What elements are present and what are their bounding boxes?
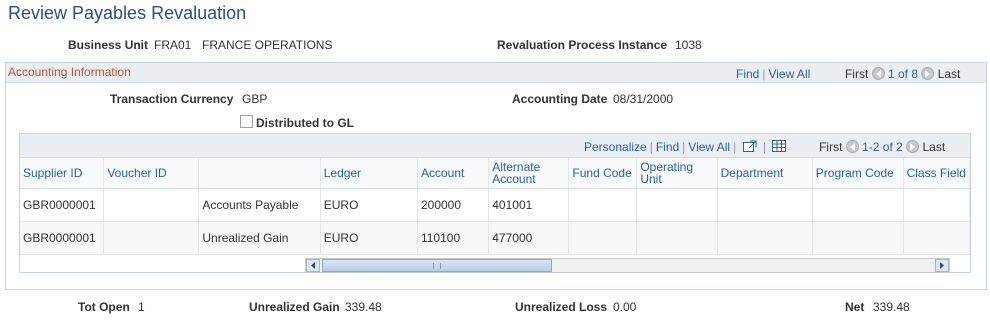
cell-program-code <box>812 221 904 255</box>
cell-ledger: EURO <box>320 188 418 222</box>
accounting-grid: Personalize | Find | View All | | First 1-2 o… <box>19 133 971 273</box>
grid-prev-button[interactable] <box>845 140 859 153</box>
col-account[interactable]: Account <box>417 158 490 189</box>
cell-alternate-account: 401001 <box>488 188 570 222</box>
section-find-link[interactable]: Find <box>736 67 759 81</box>
cell-fund-code <box>568 221 638 255</box>
cell-alternate-account: 477000 <box>488 221 570 255</box>
tot-open-value: 1 <box>138 300 145 314</box>
section-next-button[interactable] <box>921 67 935 80</box>
separator: | <box>682 140 686 154</box>
col-ledger[interactable]: Ledger <box>320 158 418 189</box>
business-unit-code: FRA01 <box>154 38 192 52</box>
cell-ledger: EURO <box>320 221 418 255</box>
grid-horizontal-scrollbar[interactable] <box>305 258 950 273</box>
separator: | <box>762 140 767 154</box>
accounting-lines-table: Supplier ID Voucher ID Ledger Account Al… <box>20 158 970 255</box>
net-label: Net <box>845 300 865 314</box>
grid-next-button[interactable] <box>906 140 920 153</box>
cell-account: 110100 <box>417 221 490 255</box>
unrealized-loss-label: Unrealized Loss <box>515 300 608 314</box>
unrealized-gain-label: Unrealized Gain <box>249 300 340 314</box>
col-voucher-id[interactable]: Voucher ID <box>103 158 200 189</box>
cell-class-field <box>903 188 970 222</box>
chevron-left-icon <box>849 143 855 151</box>
grid-find-link[interactable]: Find <box>656 140 679 154</box>
col-program-code[interactable]: Program Code <box>812 158 904 189</box>
section-last-label: Last <box>937 67 961 81</box>
section-first-label: First <box>844 67 869 81</box>
col-operating-unit[interactable]: Operating Unit <box>636 158 718 189</box>
scroll-left-button[interactable] <box>306 259 320 272</box>
unrealized-loss-value: 0.00 <box>613 300 637 314</box>
cell-operating-unit <box>636 188 718 222</box>
table-row: GBR0000001 Unrealized Gain EURO 110100 4… <box>20 221 970 255</box>
scroll-grip-icon <box>433 263 441 269</box>
col-supplier-id[interactable]: Supplier ID <box>20 158 105 189</box>
process-instance-label: Revaluation Process Instance <box>497 38 668 52</box>
zoom-icon[interactable] <box>742 140 757 152</box>
separator: | <box>649 140 653 154</box>
col-operating-unit-label: Operating Unit <box>640 159 694 186</box>
col-class-field[interactable]: Class Field <box>903 158 970 189</box>
grid-navbar: Personalize | Find | View All | | First 1-2 o… <box>584 140 945 154</box>
section-title: Accounting Information <box>8 65 131 79</box>
grid-range: 1-2 of 2 <box>862 140 903 154</box>
col-alternate-account[interactable]: Alternate Account <box>488 158 570 189</box>
grid-toolbar: Personalize | Find | View All | | First 1-2 o… <box>20 134 970 158</box>
cell-description: Accounts Payable <box>198 188 321 222</box>
cell-voucher-id <box>103 188 200 222</box>
cell-supplier-id: GBR0000001 <box>20 188 105 222</box>
separator: | <box>733 140 737 154</box>
grid-personalize-link[interactable]: Personalize <box>584 140 647 154</box>
section-header: Accounting Information Find | View All Fir… <box>6 63 986 83</box>
scroll-right-button[interactable] <box>935 259 949 272</box>
col-description <box>198 158 321 189</box>
cell-program-code <box>812 188 904 222</box>
transaction-currency-label: Transaction Currency <box>110 92 234 106</box>
distributed-to-gl-label: Distributed to GL <box>256 116 354 130</box>
scroll-right-icon <box>940 262 944 269</box>
cell-voucher-id <box>103 221 200 255</box>
cell-description: Unrealized Gain <box>198 221 321 255</box>
tot-open-label: Tot Open <box>78 300 130 314</box>
net-value: 339.48 <box>873 300 910 314</box>
col-fund-code[interactable]: Fund Code <box>568 158 638 189</box>
accounting-date-value: 08/31/2000 <box>613 92 674 106</box>
section-navbar: Find | View All First 1 of 8 Last <box>736 67 960 81</box>
grid-first-label: First <box>819 140 843 154</box>
cell-department <box>717 188 813 222</box>
chevron-left-icon <box>875 70 881 78</box>
page-title: Review Payables Revaluation <box>8 3 247 23</box>
section-view-all-link[interactable]: View All <box>768 67 810 81</box>
cell-department <box>717 221 813 255</box>
process-instance-value: 1038 <box>675 38 702 52</box>
scroll-thumb[interactable] <box>322 259 552 272</box>
cell-account: 200000 <box>417 188 490 222</box>
cell-operating-unit <box>636 221 718 255</box>
transaction-currency-value: GBP <box>242 92 268 106</box>
table-header-row: Supplier ID Voucher ID Ledger Account Al… <box>20 158 970 189</box>
scroll-left-icon <box>311 262 315 269</box>
business-unit-label: Business Unit <box>68 38 149 52</box>
accounting-date-label: Accounting Date <box>512 92 608 106</box>
unrealized-gain-value: 339.48 <box>345 300 382 314</box>
business-unit-name: FRANCE OPERATIONS <box>202 38 333 52</box>
col-alternate-account-label: Alternate Account <box>492 159 541 186</box>
table-row: GBR0000001 Accounts Payable EURO 200000 … <box>20 188 970 222</box>
cell-supplier-id: GBR0000001 <box>20 221 105 255</box>
distributed-to-gl-checkbox[interactable] <box>240 115 253 128</box>
col-department[interactable]: Department <box>717 158 813 189</box>
chevron-right-icon <box>925 70 931 78</box>
cell-class-field <box>903 221 970 255</box>
grid-last-label: Last <box>922 140 946 154</box>
spreadsheet-download-icon[interactable] <box>772 140 787 152</box>
cell-fund-code <box>568 188 638 222</box>
section-range: 1 of 8 <box>887 67 919 81</box>
section-prev-button[interactable] <box>871 67 885 80</box>
chevron-right-icon <box>910 143 916 151</box>
grid-view-all-link[interactable]: View All <box>688 140 730 154</box>
